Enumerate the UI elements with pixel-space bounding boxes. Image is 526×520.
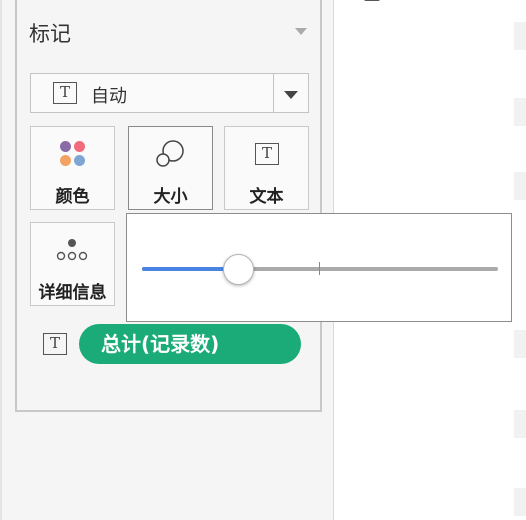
text-icon: T — [43, 333, 67, 355]
size-button-label: 大小 — [153, 187, 188, 207]
text-button-label: 文本 — [249, 187, 284, 207]
size-circles-icon — [156, 140, 184, 167]
grid-row-stripe — [514, 330, 526, 358]
text-icon: T — [53, 82, 77, 104]
size-slider-popup — [126, 213, 512, 322]
field-pill[interactable]: 总计(记录数) — [79, 324, 301, 364]
marks-card: 标记 T 自动 颜色 大小 T 文本 详细信息 T 总计(记录数) — [15, 0, 322, 412]
chevron-down-icon[interactable] — [284, 91, 298, 99]
grid-row-stripe — [514, 488, 526, 516]
grid-row-stripe — [514, 22, 526, 50]
size-slider-thumb[interactable] — [223, 254, 255, 285]
grid-row-stripe — [514, 98, 526, 126]
mark-type-dropdown[interactable]: T 自动 — [30, 73, 309, 113]
grid-row-stripe — [514, 410, 526, 438]
size-slider-tick — [319, 262, 320, 275]
size-button[interactable]: 大小 — [128, 126, 213, 210]
color-button-label: 颜色 — [55, 187, 90, 207]
text-button[interactable]: T 文本 — [224, 126, 309, 210]
color-dot-icon — [74, 141, 85, 152]
color-dot-icon — [74, 155, 85, 166]
sidebar-edge — [0, 0, 2, 520]
color-button[interactable]: 颜色 — [30, 126, 115, 210]
grid-row-stripe — [514, 172, 526, 200]
detail-dots-icon — [56, 239, 88, 261]
color-dot-icon — [60, 155, 71, 166]
detail-button-label: 详细信息 — [38, 283, 107, 303]
size-slider-track[interactable] — [142, 254, 498, 285]
marks-card-title: 标记 — [29, 22, 71, 46]
color-dot-icon — [60, 141, 71, 152]
header-fragment — [364, 0, 380, 1]
mark-type-label: 自动 — [91, 86, 127, 107]
detail-button[interactable]: 详细信息 — [30, 222, 115, 306]
dropdown-divider — [273, 74, 274, 112]
collapse-arrow-icon[interactable] — [295, 28, 307, 35]
text-icon: T — [255, 143, 279, 165]
